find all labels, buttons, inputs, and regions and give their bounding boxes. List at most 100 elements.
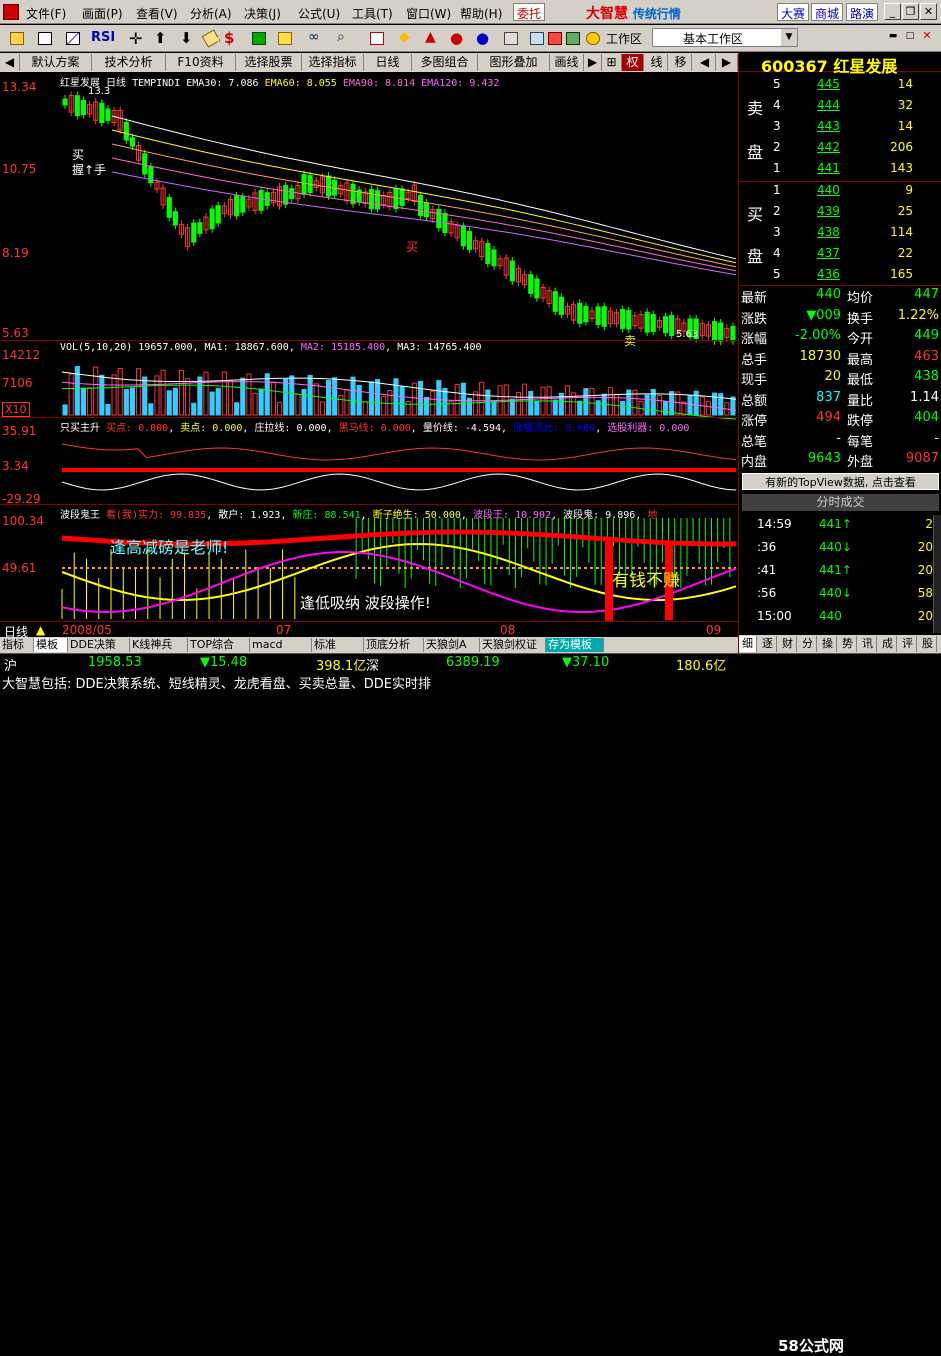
btab-kline[interactable]: K线神兵 — [130, 638, 188, 652]
line-icon[interactable] — [62, 28, 84, 49]
chart-icon[interactable] — [34, 28, 56, 49]
red-icon[interactable]: ● — [446, 28, 468, 49]
volume-bar — [111, 374, 117, 416]
menu-window[interactable]: 窗口(W) — [406, 5, 451, 22]
menu-view-screen[interactable]: 画面(P) — [82, 5, 123, 22]
tab-left-icon[interactable]: ◀ — [694, 54, 716, 71]
mall-link[interactable]: 商城 — [811, 3, 844, 21]
detail-tab[interactable]: 讯 — [859, 636, 877, 652]
buy-price[interactable]: 439 — [817, 204, 840, 218]
btab-sword-a[interactable]: 天狼剑A — [424, 638, 480, 652]
quote-value: 447 — [914, 287, 939, 302]
menu-help[interactable]: 帮助(H) — [460, 5, 502, 22]
dollar-icon[interactable]: $ — [218, 28, 240, 49]
tab-select-stock[interactable]: 选择股票 — [236, 54, 302, 71]
up-triangle-icon[interactable]: ▲ — [36, 623, 45, 637]
book-icon[interactable] — [562, 28, 584, 49]
close-button[interactable]: ✕ — [920, 3, 937, 20]
mail-icon[interactable] — [366, 28, 388, 49]
stock-icon[interactable] — [248, 28, 270, 49]
search-icon[interactable]: ⌕ — [332, 28, 354, 49]
tab-select-indicator[interactable]: 选择指标 — [302, 54, 364, 71]
tab-add-icon[interactable]: ⊞ — [602, 54, 622, 71]
btab-template[interactable]: 模板 — [34, 638, 68, 652]
detail-tab[interactable]: 评 — [899, 636, 917, 652]
buy-price[interactable]: 438 — [817, 225, 840, 239]
menu-tools[interactable]: 工具(T) — [352, 5, 393, 22]
calc-icon[interactable] — [500, 28, 522, 49]
sell-price[interactable]: 441 — [817, 161, 840, 175]
buy-level: 2 — [773, 204, 781, 218]
cross-icon[interactable]: ✛ — [124, 28, 146, 49]
rsi-icon[interactable]: RSI — [88, 28, 115, 49]
btab-sword-warrant[interactable]: 天狼剑权证 — [480, 638, 546, 652]
btab-indicator[interactable]: 指标 — [0, 638, 34, 652]
tab-move[interactable]: 移 — [670, 54, 692, 71]
tab-f10[interactable]: F10资料 — [166, 54, 236, 71]
btab-macd[interactable]: macd — [250, 638, 312, 652]
tab-right-icon[interactable]: ▶ — [716, 54, 738, 71]
detail-tab[interactable]: 财 — [779, 636, 797, 652]
binoculars-icon[interactable]: ∞ — [304, 28, 326, 49]
btab-standard[interactable]: 标准 — [312, 638, 364, 652]
sell-price[interactable]: 444 — [817, 98, 840, 112]
tab-draw[interactable]: 画线 — [550, 54, 584, 71]
zoom-in-icon[interactable]: ⬆ — [150, 28, 172, 49]
trade-price: 440 — [819, 609, 842, 623]
sell-price[interactable]: 443 — [817, 119, 840, 133]
sell-price[interactable]: 445 — [817, 77, 840, 91]
menu-file[interactable]: 文件(F) — [26, 5, 66, 22]
tab-prev-icon[interactable]: ◀ — [0, 54, 20, 71]
detail-tab[interactable]: 分 — [799, 636, 817, 652]
roadshow-link[interactable]: 路演 — [846, 3, 879, 21]
detail-tab[interactable]: 成 — [879, 636, 897, 652]
tab-multi-chart[interactable]: 多图组合 — [412, 54, 478, 71]
tab-line[interactable]: 线 — [646, 54, 668, 71]
panel-min-icon[interactable]: ▬ — [886, 30, 900, 44]
tab-next-icon[interactable]: ▶ — [584, 54, 602, 71]
detail-tab[interactable]: 股 — [919, 636, 937, 652]
tab-daily[interactable]: 日线 — [364, 54, 412, 71]
volume-bar — [240, 377, 246, 416]
menu-view[interactable]: 查看(V) — [136, 5, 178, 22]
panel-max-icon[interactable]: □ — [903, 30, 917, 44]
detail-tab[interactable]: 势 — [839, 636, 857, 652]
btab-save-template[interactable]: 存为模板 — [546, 638, 604, 652]
chart-up-icon[interactable]: ▲ — [420, 28, 442, 49]
contest-link[interactable]: 大赛 — [777, 3, 810, 21]
tab-technical[interactable]: 技术分析 — [92, 54, 166, 71]
diamond-icon[interactable]: ◆ — [394, 28, 416, 49]
trade-time: 15:00 — [757, 609, 792, 623]
detail-tab[interactable]: 细 — [739, 636, 757, 652]
chevron-down-icon[interactable]: ▼ — [781, 29, 797, 46]
workspace-select[interactable]: 基本工作区 ▼ — [652, 28, 798, 47]
buy-price[interactable]: 437 — [817, 246, 840, 260]
zoom-out-icon[interactable]: ⬇ — [176, 28, 198, 49]
btab-top[interactable]: TOP综合 — [188, 638, 250, 652]
entrust-button[interactable]: 委托 — [513, 3, 546, 21]
menu-analysis[interactable]: 分析(A) — [190, 5, 232, 22]
chart-area[interactable]: 13.34 10.75 8.19 5.63 红星发展 日线 TEMPINDI E… — [0, 72, 738, 637]
tab-overlay[interactable]: 图形叠加 — [478, 54, 550, 71]
buy-price[interactable]: 436 — [817, 267, 840, 281]
detail-tab[interactable]: 操 — [819, 636, 837, 652]
tab-default-scheme[interactable]: 默认方案 — [20, 54, 92, 71]
tab-rights[interactable]: 权 — [622, 54, 644, 71]
blue-icon[interactable]: ● — [472, 28, 494, 49]
open-icon[interactable] — [6, 28, 28, 49]
menu-formula[interactable]: 公式(U) — [298, 5, 340, 22]
detail-tab[interactable]: 逐 — [759, 636, 777, 652]
minimize-button[interactable]: _ — [884, 3, 901, 20]
panel-close-icon[interactable]: ✕ — [920, 30, 934, 44]
candle — [166, 197, 172, 218]
topview-button[interactable]: 有新的TopView数据, 点击查看 — [742, 473, 939, 490]
restore-button[interactable]: ❐ — [902, 3, 919, 20]
coin-icon[interactable] — [582, 28, 604, 49]
btab-topbottom[interactable]: 顶底分析 — [364, 638, 424, 652]
btab-dde[interactable]: DDE决策 — [68, 638, 130, 652]
menu-decision[interactable]: 决策(J) — [244, 5, 281, 22]
money-icon[interactable] — [274, 28, 296, 49]
sell-price[interactable]: 442 — [817, 140, 840, 154]
buy-price[interactable]: 440 — [817, 183, 840, 197]
trades-scrollbar[interactable] — [933, 515, 941, 633]
